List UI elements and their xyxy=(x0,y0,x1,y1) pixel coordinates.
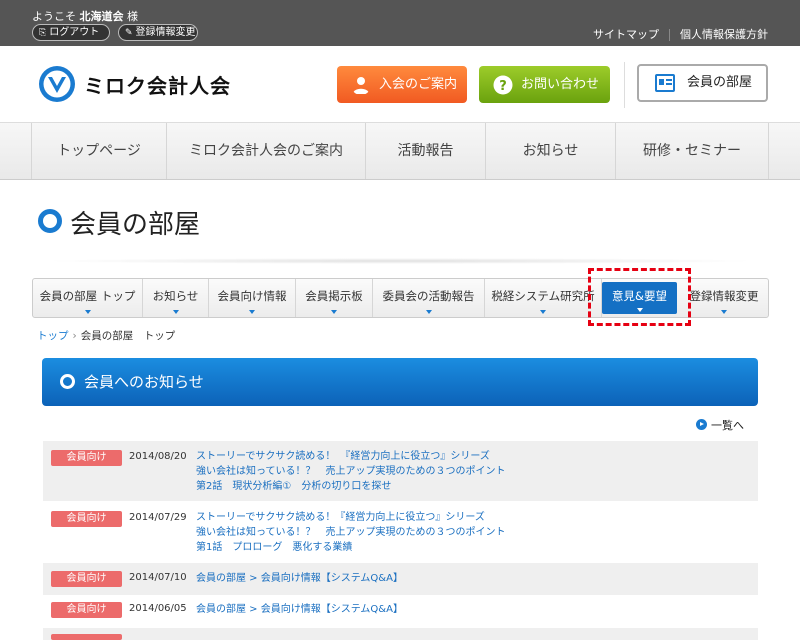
page-title: 会員の部屋 xyxy=(70,210,201,240)
chevron-down-icon xyxy=(540,310,546,314)
sitemap-link[interactable]: サイトマップ xyxy=(593,26,659,42)
subnav-bulletin-board[interactable]: 会員掲示板 xyxy=(296,279,373,317)
news-date: 2014/07/29 xyxy=(129,512,187,523)
view-all-label: 一覧へ xyxy=(711,419,744,432)
contact-button[interactable]: ? お問い合わせ xyxy=(479,66,610,103)
news-title-line[interactable]: 第2話 現状分析編① 分析の切り口を探せ xyxy=(196,479,506,494)
news-item-partial xyxy=(43,628,758,640)
edit-registration-label: 登録情報変更 xyxy=(135,27,196,38)
pencil-icon: ✎ xyxy=(125,28,133,38)
title-ring-icon xyxy=(38,209,62,233)
privacy-policy-link[interactable]: 個人情報保護方針 xyxy=(680,26,768,42)
subnav-label: お知らせ xyxy=(152,289,199,303)
news-title[interactable]: 会員の部屋 > 会員向け情報【システムQ&A】 xyxy=(196,602,403,617)
top-utility-bar: ようこそ 北海道会 様 ⎘ ログアウト ✎ 登録情報変更 サイトマップ 個人情報保護方… xyxy=(0,0,800,46)
subnav-committee-report[interactable]: 委員会の活動報告 xyxy=(373,279,485,317)
subnav-label: 委員会の活動報告 xyxy=(382,289,475,303)
news-date: 2014/06/05 xyxy=(129,603,187,614)
welcome-prefix: ようこそ xyxy=(32,10,76,23)
join-button[interactable]: 入会のご案内 xyxy=(337,66,467,103)
chevron-down-icon xyxy=(721,310,727,314)
news-title-line[interactable]: 会員の部屋 > 会員向け情報【システムQ&A】 xyxy=(196,571,403,586)
person-icon xyxy=(353,77,369,94)
news-title[interactable]: 会員の部屋 > 会員向け情報【システムQ&A】 xyxy=(196,571,403,586)
news-date: 2014/08/20 xyxy=(129,451,187,462)
logo-text[interactable]: ミロク会計人会 xyxy=(84,70,231,99)
category-badge xyxy=(51,634,122,640)
contact-label: お問い合わせ xyxy=(521,77,600,92)
logout-icon: ⎘ xyxy=(39,28,47,38)
user-name: 北海道会 xyxy=(79,10,124,23)
news-item: 会員向け 2014/07/10 会員の部屋 > 会員向け情報【システムQ&A】 xyxy=(43,563,758,595)
subnav-label: 会員掲示板 xyxy=(305,289,363,303)
category-badge: 会員向け xyxy=(51,450,122,466)
honorific: 様 xyxy=(127,10,138,23)
nav-seminar[interactable]: 研修・セミナー xyxy=(615,123,769,179)
chevron-right-icon: › xyxy=(72,330,77,342)
subnav-registration-change[interactable]: 登録情報変更 xyxy=(680,279,768,317)
site-header: ミロク会計人会 入会のご案内 ? お問い合わせ 会員の部屋 xyxy=(0,46,800,122)
news-title-line[interactable]: 会員の部屋 > 会員向け情報【システムQ&A】 xyxy=(196,602,403,617)
notice-header: 会員へのお知らせ xyxy=(42,358,758,406)
divider xyxy=(669,29,670,41)
news-title-line[interactable]: ストーリーでサクサク読める！『経営力向上に役立つ』シリーズ xyxy=(196,510,506,525)
header-divider xyxy=(624,62,625,108)
news-item: 会員向け 2014/08/20 ストーリーでサクサク読める！ 『経営力向上に役立… xyxy=(43,441,758,501)
view-all-link[interactable]: 一覧へ xyxy=(696,417,744,433)
member-room-label: 会員の部屋 xyxy=(687,75,753,90)
ring-icon xyxy=(60,374,75,389)
chevron-down-icon xyxy=(172,310,179,314)
news-title[interactable]: ストーリーでサクサク読める！『経営力向上に役立つ』シリーズ 強い会社は知っている… xyxy=(196,510,506,555)
news-title-line[interactable]: ストーリーでサクサク読める！ 『経営力向上に役立つ』シリーズ xyxy=(196,449,506,464)
subnav-research-institute[interactable]: 税経システム研究所 xyxy=(485,279,602,317)
top-links: サイトマップ 個人情報保護方針 xyxy=(593,26,768,42)
play-arrow-icon xyxy=(696,419,707,430)
breadcrumb-home-link[interactable]: トップ xyxy=(37,330,69,342)
news-item: 会員向け 2014/06/05 会員の部屋 > 会員向け情報【システムQ&A】 xyxy=(43,595,758,625)
category-badge: 会員向け xyxy=(51,602,122,618)
member-room-button[interactable]: 会員の部屋 xyxy=(637,64,768,102)
subnav-label: 登録情報変更 xyxy=(689,289,759,303)
highlight-annotation xyxy=(588,268,691,326)
news-item: 会員向け 2014/07/29 ストーリーでサクサク読める！『経営力向上に役立つ… xyxy=(43,501,758,563)
chevron-down-icon xyxy=(425,310,432,314)
question-icon: ? xyxy=(493,75,513,95)
logo-icon[interactable] xyxy=(37,64,77,104)
global-nav: トップページ ミロク会計人会のご案内 活動報告 お知らせ 研修・セミナー xyxy=(0,122,800,180)
breadcrumb: トップ › 会員の部屋 トップ xyxy=(37,328,175,343)
member-card-icon xyxy=(655,74,675,92)
subnav-label: 会員向け情報 xyxy=(217,289,287,303)
news-title[interactable]: ストーリーでサクサク読める！ 『経営力向上に役立つ』シリーズ 強い会社は知ってい… xyxy=(196,449,506,494)
chevron-down-icon xyxy=(84,310,91,314)
breadcrumb-current: 会員の部屋 トップ xyxy=(80,330,176,342)
chevron-down-icon xyxy=(331,310,337,314)
category-badge: 会員向け xyxy=(51,511,122,527)
news-date: 2014/07/10 xyxy=(129,572,187,583)
title-underline xyxy=(42,258,758,264)
logout-button[interactable]: ⎘ ログアウト xyxy=(32,24,110,41)
subnav-member-top[interactable]: 会員の部屋 トップ xyxy=(33,279,143,317)
nav-news[interactable]: お知らせ xyxy=(485,123,615,179)
svg-text:?: ? xyxy=(499,79,507,94)
chevron-down-icon xyxy=(249,310,255,314)
logout-label: ログアウト xyxy=(49,27,100,38)
news-title-line[interactable]: 強い会社は知っている！？ 売上アップ実現のための３つのポイント xyxy=(196,464,506,479)
nav-about[interactable]: ミロク会計人会のご案内 xyxy=(166,123,365,179)
welcome-text: ようこそ 北海道会 様 xyxy=(32,8,138,24)
news-title-line[interactable]: 強い会社は知っている！？ 売上アップ実現のための３つのポイント xyxy=(196,525,506,540)
subnav-label: 税経システム研究所 xyxy=(491,289,595,303)
subnav-member-info[interactable]: 会員向け情報 xyxy=(209,279,296,317)
subnav-label: 会員の部屋 トップ xyxy=(39,289,136,303)
news-title-line[interactable]: 第1話 プロローグ 悪化する業績 xyxy=(196,540,506,555)
join-label: 入会のご案内 xyxy=(379,77,458,92)
category-badge: 会員向け xyxy=(51,571,122,587)
edit-registration-button[interactable]: ✎ 登録情報変更 xyxy=(118,24,198,41)
subnav-news[interactable]: お知らせ xyxy=(143,279,209,317)
nav-top-page[interactable]: トップページ xyxy=(31,123,166,179)
nav-activity-report[interactable]: 活動報告 xyxy=(365,123,485,179)
notice-title: 会員へのお知らせ xyxy=(84,373,204,391)
